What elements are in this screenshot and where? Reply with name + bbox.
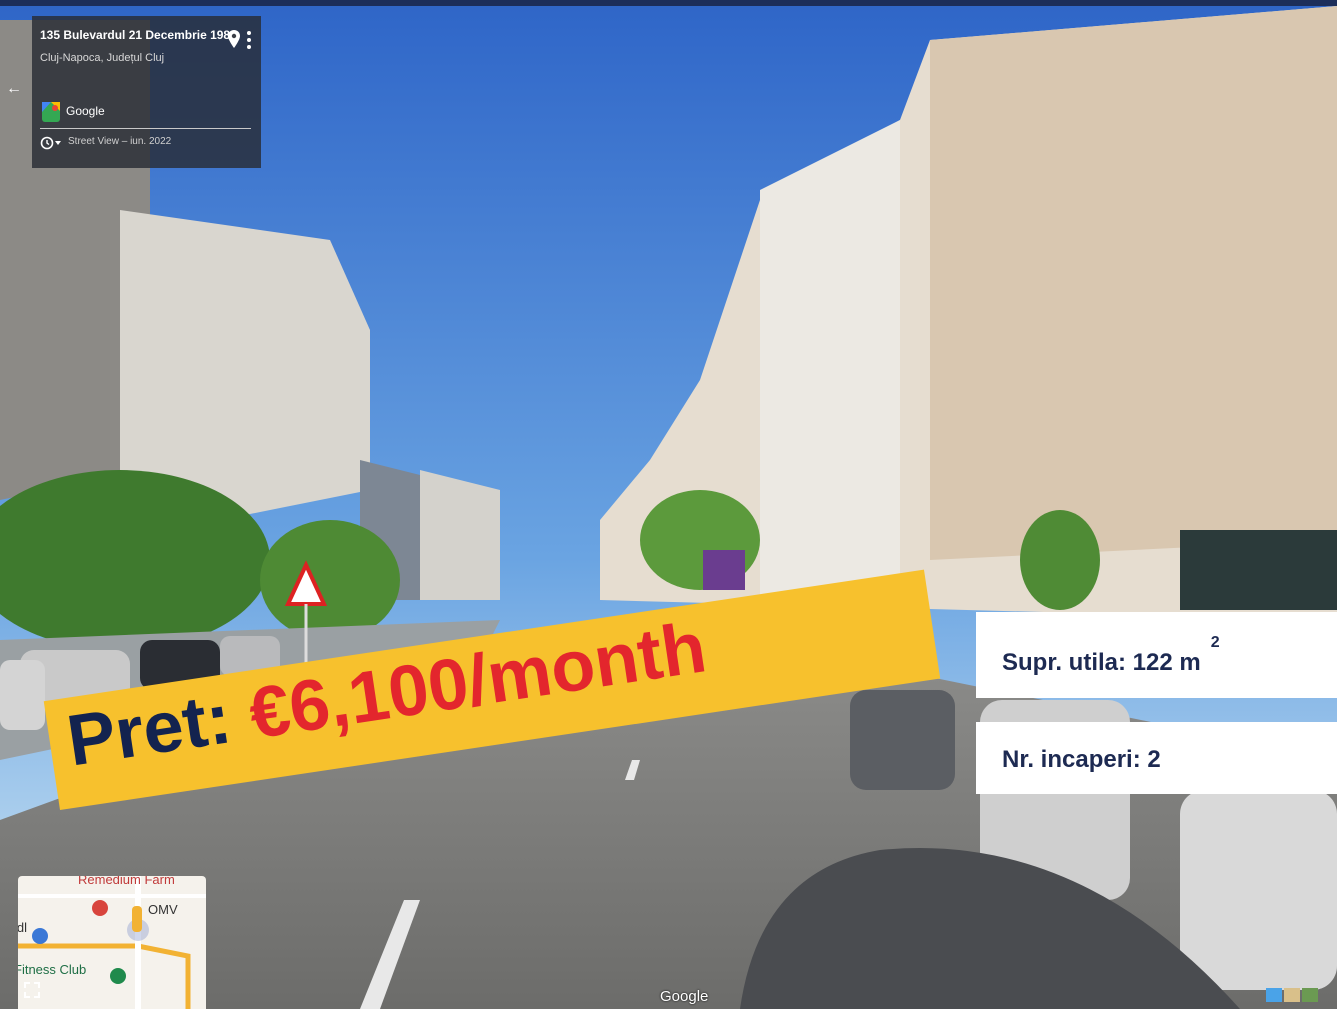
usable-area-box: Supr. utila: 122 m 2	[976, 612, 1337, 698]
expand-icon[interactable]	[24, 982, 40, 998]
address-title: 135 Bulevardul 21 Decembrie 1989	[40, 28, 237, 42]
card-divider	[40, 128, 251, 129]
poi-gas-station[interactable]: OMV	[148, 902, 178, 917]
google-watermark: Google	[660, 988, 709, 1005]
back-arrow-icon[interactable]: ←	[6, 80, 22, 98]
area-unit-superscript: 2	[1210, 634, 1220, 651]
street-view-info-card: 135 Bulevardul 21 Decembrie 1989 Cluj-Na…	[32, 16, 261, 168]
provider-name[interactable]: Google	[66, 104, 105, 118]
capture-date: Street View – iun. 2022	[68, 136, 172, 147]
layers-icon[interactable]	[1266, 988, 1318, 1002]
room-count-box: Nr. incaperi: 2	[976, 722, 1337, 794]
history-clock-icon[interactable]	[40, 136, 62, 150]
usable-area-label: Supr. utila: 122 m	[1002, 649, 1201, 676]
locality: Cluj-Napoca, Județul Cluj	[40, 52, 165, 64]
poi-fitness-club[interactable]: Fitness Club	[18, 962, 86, 977]
poi-store[interactable]: idl	[18, 920, 27, 935]
room-count-text: Nr. incaperi: 2	[1002, 746, 1161, 773]
minimap-roads	[18, 876, 206, 1009]
more-vert-icon[interactable]	[246, 30, 252, 50]
google-maps-icon[interactable]	[42, 102, 60, 122]
poi-pharmacy[interactable]: Remedium Farm	[78, 876, 175, 887]
location-pin-icon[interactable]	[228, 30, 240, 48]
usable-area-text: Supr. utila: 122 m 2	[1002, 634, 1220, 677]
minimap[interactable]: Remedium Farm OMV Fitness Club idl	[18, 876, 206, 1009]
